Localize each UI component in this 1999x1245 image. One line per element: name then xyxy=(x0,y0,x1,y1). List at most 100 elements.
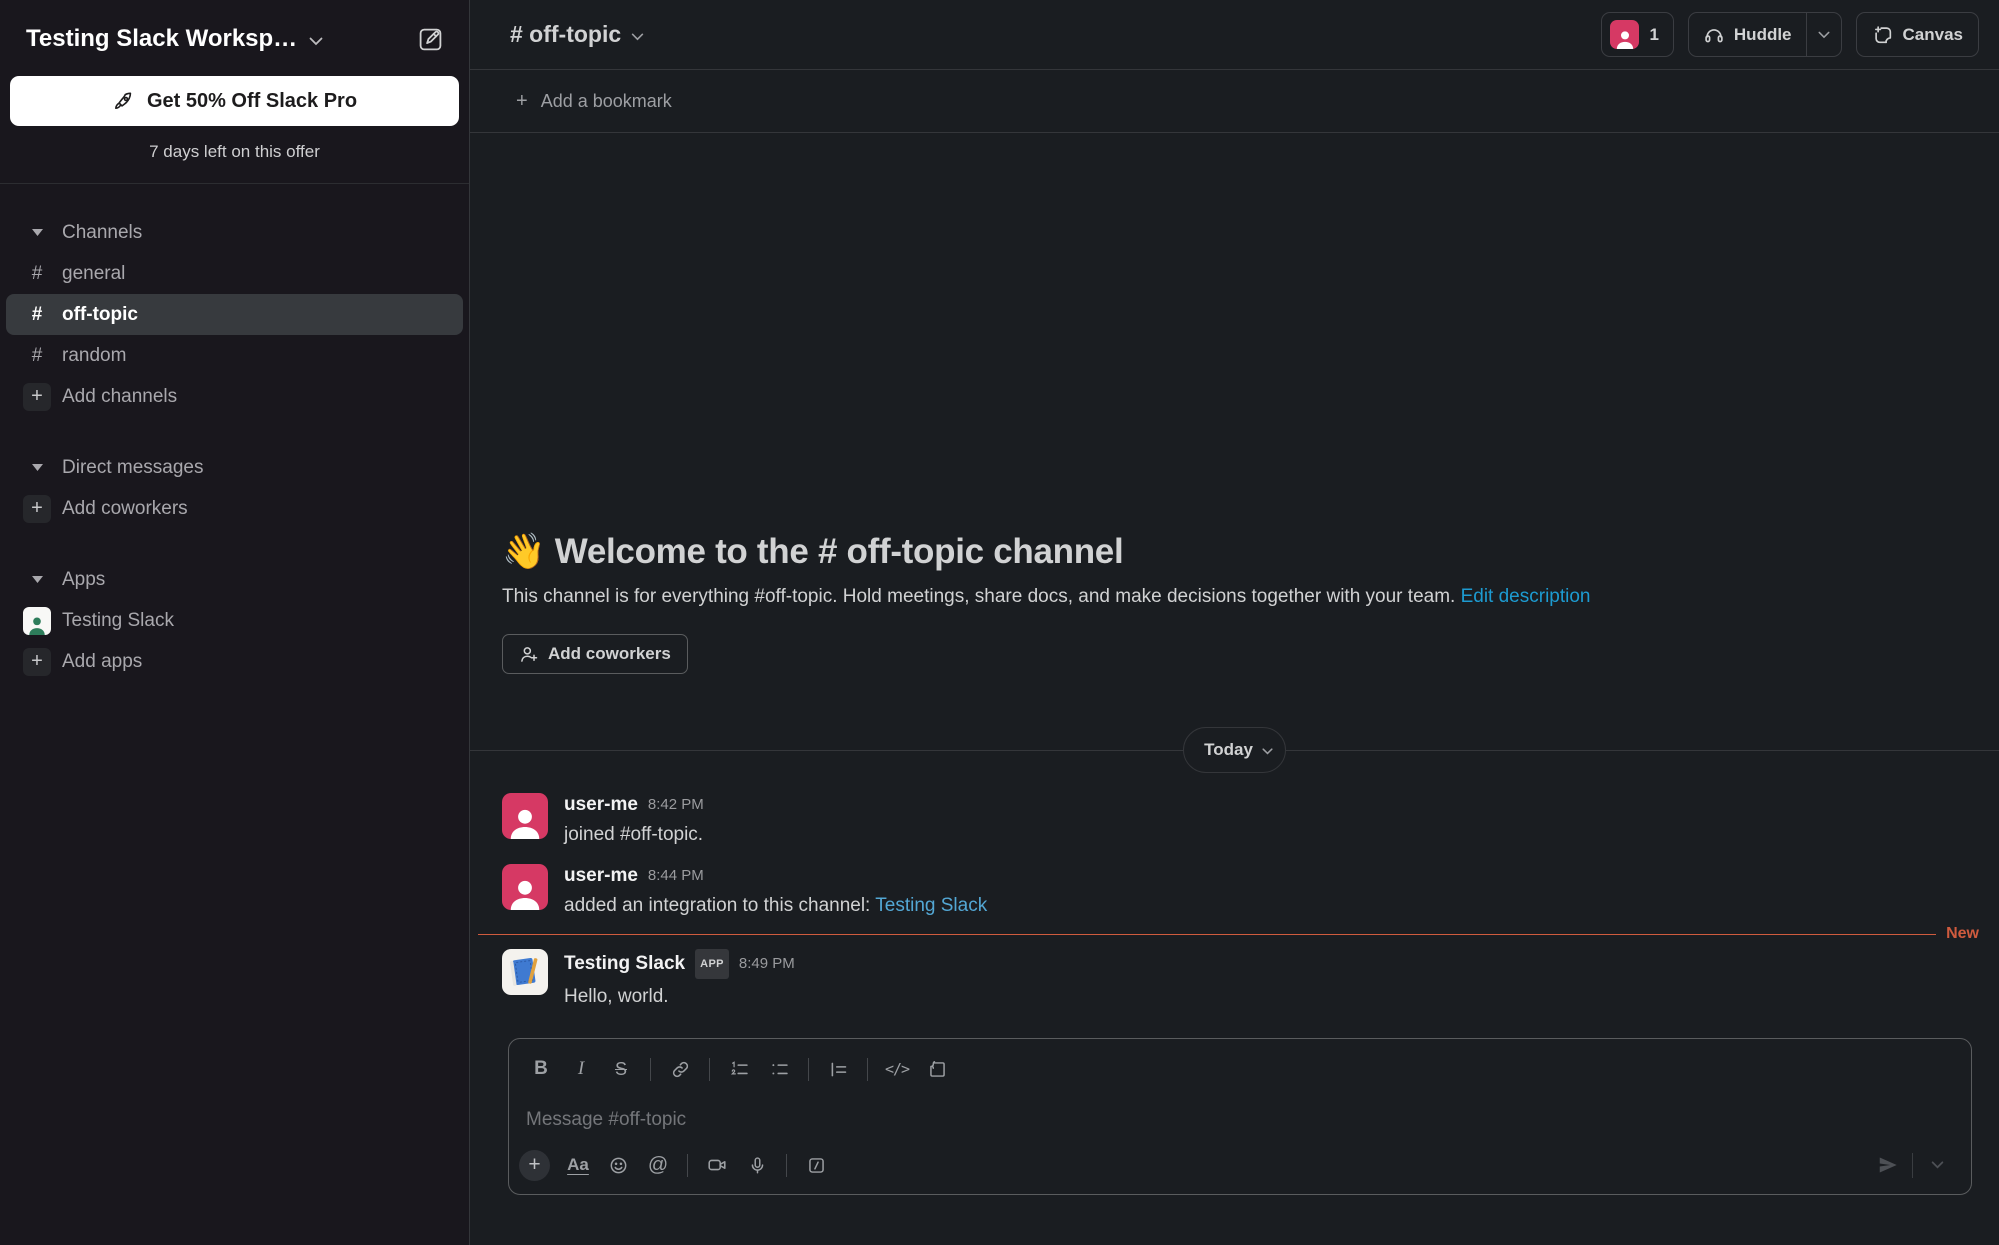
channel-label: off-topic xyxy=(62,304,138,326)
dm-section-header[interactable]: Direct messages xyxy=(6,447,463,488)
mention-button[interactable]: @ xyxy=(638,1148,678,1182)
apps-section-header[interactable]: Apps xyxy=(6,559,463,600)
section-label: Channels xyxy=(62,222,142,244)
apps-section: Apps Testing Slack + Add apps xyxy=(0,559,469,682)
compose-pencil-icon xyxy=(417,26,444,53)
caret-down-icon xyxy=(20,464,54,471)
sidebar-item-general[interactable]: # general xyxy=(6,253,463,294)
shortcuts-button[interactable] xyxy=(796,1148,836,1182)
welcome-title: 👋 Welcome to the # off-topic channel xyxy=(502,531,1967,572)
channel-header: # off-topic 1 Huddle xyxy=(470,0,1999,70)
send-options-button[interactable] xyxy=(1917,1148,1957,1182)
integration-link[interactable]: Testing Slack xyxy=(875,895,987,916)
emoji-button[interactable] xyxy=(598,1148,638,1182)
link-button[interactable] xyxy=(660,1052,700,1086)
video-clip-button[interactable] xyxy=(697,1148,737,1182)
attach-button[interactable]: + xyxy=(519,1150,550,1181)
channel-description: This channel is for everything #off-topi… xyxy=(502,586,1967,608)
workspace-header: Testing Slack Worksp… xyxy=(0,0,469,76)
member-count-button[interactable]: 1 xyxy=(1601,12,1673,57)
plus-icon: + xyxy=(23,648,51,676)
sidebar: Testing Slack Worksp… Get 50% Off Slack … xyxy=(0,0,470,1245)
channel-label: random xyxy=(62,345,126,367)
toolbar-divider xyxy=(808,1058,809,1081)
plus-icon: + xyxy=(23,495,51,523)
person-plus-icon xyxy=(519,644,539,664)
audio-clip-button[interactable] xyxy=(737,1148,777,1182)
plus-icon: + xyxy=(516,90,528,113)
app-badge: APP xyxy=(695,949,729,979)
italic-button[interactable]: I xyxy=(561,1052,601,1086)
hash-icon: # xyxy=(20,263,54,285)
add-channels-label: Add channels xyxy=(62,386,177,408)
add-bookmark-label: Add a bookmark xyxy=(541,91,672,112)
add-coworkers-label: Add coworkers xyxy=(548,644,671,664)
message-timestamp[interactable]: 8:44 PM xyxy=(648,864,704,888)
bold-button[interactable]: B xyxy=(521,1052,561,1086)
add-coworkers-button[interactable]: Add coworkers xyxy=(502,634,688,674)
toolbar-divider xyxy=(709,1058,710,1081)
canvas-label: Canvas xyxy=(1903,25,1963,45)
composer-action-bar: + Aa @ xyxy=(509,1146,1971,1194)
ordered-list-button[interactable] xyxy=(719,1052,759,1086)
main-area: # off-topic 1 Huddle xyxy=(470,0,1999,1245)
wave-emoji: 👋 xyxy=(502,532,545,571)
huddle-label: Huddle xyxy=(1734,25,1792,45)
new-message-button[interactable] xyxy=(407,16,453,62)
channels-section-header[interactable]: Channels xyxy=(6,212,463,253)
new-messages-divider: New xyxy=(478,927,1979,941)
sidebar-item-off-topic[interactable]: # off-topic xyxy=(6,294,463,335)
bullet-list-button[interactable] xyxy=(759,1052,799,1086)
channel-title: # off-topic xyxy=(510,21,621,48)
sidebar-item-testing-slack[interactable]: Testing Slack xyxy=(6,600,463,641)
sidebar-item-add-apps[interactable]: + Add apps xyxy=(6,641,463,682)
channel-header-button[interactable]: # off-topic xyxy=(502,15,652,54)
code-button[interactable]: </> xyxy=(877,1052,917,1086)
caret-down-icon xyxy=(20,576,54,583)
user-avatar[interactable] xyxy=(502,864,548,910)
workspace-switcher-button[interactable]: Testing Slack Worksp… xyxy=(20,21,329,57)
offer-label: Get 50% Off Slack Pro xyxy=(147,90,357,113)
message-timestamp[interactable]: 8:49 PM xyxy=(739,952,795,976)
send-divider xyxy=(1912,1153,1913,1178)
channel-label: general xyxy=(62,263,125,285)
message-author[interactable]: user-me xyxy=(564,793,638,817)
add-bookmark-button[interactable]: + Add a bookmark xyxy=(508,84,680,119)
message-text: Hello, world. xyxy=(564,983,795,1010)
huddle-button[interactable]: Huddle xyxy=(1689,13,1806,56)
app-avatar xyxy=(23,607,51,635)
sidebar-item-random[interactable]: # random xyxy=(6,335,463,376)
message-timestamp[interactable]: 8:42 PM xyxy=(648,793,704,817)
message-composer: B I S xyxy=(508,1038,1972,1195)
chevron-down-icon xyxy=(631,33,644,41)
toolbar-divider xyxy=(867,1058,868,1081)
blockquote-button[interactable] xyxy=(818,1052,858,1086)
new-label: New xyxy=(1946,925,1979,943)
user-avatar[interactable] xyxy=(502,793,548,839)
message-pane: 👋 Welcome to the # off-topic channel Thi… xyxy=(470,133,1999,1245)
strikethrough-button[interactable]: S xyxy=(601,1052,641,1086)
canvas-icon xyxy=(1872,24,1894,46)
date-pill-button[interactable]: Today xyxy=(1183,727,1286,773)
message-author[interactable]: Testing Slack xyxy=(564,952,685,976)
text-format-toggle[interactable]: Aa xyxy=(558,1148,598,1182)
message-author[interactable]: user-me xyxy=(564,864,638,888)
toolbar-divider xyxy=(786,1154,787,1177)
message-row[interactable]: Testing Slack APP 8:49 PM Hello, world. xyxy=(470,941,1999,1018)
send-button[interactable] xyxy=(1868,1148,1908,1182)
offer-days-left: 7 days left on this offer xyxy=(10,142,459,162)
message-input[interactable]: Message #off-topic xyxy=(509,1088,1971,1146)
app-message-avatar[interactable] xyxy=(502,949,548,995)
message-row[interactable]: user-me 8:42 PM joined #off-topic. xyxy=(470,785,1999,856)
message-row[interactable]: user-me 8:44 PM added an integration to … xyxy=(470,856,1999,927)
message-list: user-me 8:42 PM joined #off-topic. user-… xyxy=(470,785,1999,1018)
formatting-toolbar: B I S xyxy=(509,1039,1971,1088)
chevron-down-icon xyxy=(1262,748,1273,755)
canvas-button[interactable]: Canvas xyxy=(1856,12,1979,57)
sidebar-item-add-coworkers[interactable]: + Add coworkers xyxy=(6,488,463,529)
upgrade-offer-button[interactable]: Get 50% Off Slack Pro xyxy=(10,76,459,126)
edit-description-link[interactable]: Edit description xyxy=(1461,586,1591,607)
huddle-options-button[interactable] xyxy=(1807,13,1841,56)
sidebar-item-add-channels[interactable]: + Add channels xyxy=(6,376,463,417)
code-block-button[interactable] xyxy=(917,1052,957,1086)
